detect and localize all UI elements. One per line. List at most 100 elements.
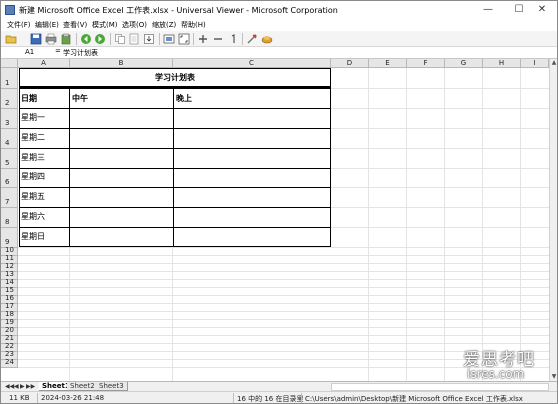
day-cell[interactable]: 星期四 [21, 173, 45, 181]
prev-sheet-icon[interactable]: ◀ [14, 383, 19, 390]
table-line [19, 168, 331, 169]
menu-edit[interactable]: 编辑(E) [35, 20, 59, 30]
status-separator [301, 393, 302, 403]
menu-bar: 文件(F) 编辑(E) 查看(V) 模式(M) 选项(O) 缩放(Z) 帮助(H… [1, 19, 557, 31]
gridline [331, 148, 549, 149]
day-cell[interactable]: 星期三 [21, 154, 45, 162]
menu-file[interactable]: 文件(F) [7, 20, 31, 30]
header-evening[interactable]: 晚上 [176, 95, 192, 103]
export-icon[interactable] [143, 33, 155, 45]
zoom-out-icon[interactable] [212, 33, 224, 45]
row-header[interactable]: 7 [1, 188, 18, 208]
fit-icon[interactable] [163, 33, 175, 45]
status-position: 16 中的 16 在目录里 [237, 395, 304, 403]
menu-help[interactable]: 帮助(H) [181, 20, 206, 30]
column-header-e[interactable]: E [369, 59, 407, 68]
menu-mode[interactable]: 模式(M) [92, 20, 118, 30]
zoom-in-icon[interactable] [197, 33, 209, 45]
gridline [172, 247, 173, 381]
gridline [18, 287, 549, 288]
formula-equals: = [55, 47, 61, 55]
toolbar-separator [242, 33, 243, 45]
row-header[interactable]: 2 [1, 89, 18, 109]
column-header-i[interactable]: I [521, 59, 549, 68]
toolbar-separator [110, 33, 111, 45]
first-sheet-icon[interactable]: ◀◀ [5, 383, 14, 390]
last-sheet-icon[interactable]: ▶▶ [26, 383, 35, 390]
column-header-d[interactable]: D [331, 59, 369, 68]
gridline [18, 263, 549, 264]
status-file-size: 11 KB [9, 394, 30, 402]
watermark-subtitle: isres.com [467, 367, 525, 381]
status-bar: 11 KB 2024-03-26 21:48 16 中的 16 在目录里 C:\… [1, 391, 557, 403]
fullscreen-icon[interactable] [178, 33, 190, 45]
recent-icon[interactable] [60, 33, 72, 45]
zoom-reset-icon[interactable] [227, 33, 239, 45]
tab-sheet2[interactable]: Sheet2 [67, 382, 99, 391]
table-line [19, 128, 331, 129]
column-header-a[interactable]: A [18, 59, 70, 68]
column-header-g[interactable]: G [445, 59, 483, 68]
tab-sheet3[interactable]: Sheet3 [96, 382, 128, 391]
status-separator [37, 393, 38, 403]
window-title: 新建 Microsoft Office Excel 工作表.xlsx - Uni… [19, 6, 338, 15]
day-cell[interactable]: 星期一 [21, 114, 45, 122]
gridline [482, 68, 483, 381]
gridline [18, 335, 549, 336]
day-cell[interactable]: 星期二 [21, 134, 45, 142]
row-header[interactable]: 5 [1, 149, 18, 169]
header-date[interactable]: 日期 [21, 95, 37, 103]
cell-reference: A1 [25, 48, 35, 56]
close-button[interactable]: ✕ [527, 1, 557, 19]
scroll-up-icon[interactable]: ▲ [550, 59, 558, 67]
spreadsheet-grid[interactable]: A B C D E F G H I 1 2 3 4 5 6 7 8 9 10 1… [1, 59, 549, 381]
column-header-b[interactable]: B [70, 59, 173, 68]
header-noon[interactable]: 中午 [72, 95, 88, 103]
menu-options[interactable]: 选项(O) [122, 20, 147, 30]
status-datetime: 2024-03-26 21:48 [41, 394, 105, 402]
gridline [331, 187, 549, 188]
column-header-f[interactable]: F [407, 59, 445, 68]
row-header[interactable]: 9 [1, 228, 18, 248]
sheet-title-cell[interactable]: 学习计划表 [19, 68, 331, 88]
row-header[interactable]: 3 [1, 109, 18, 129]
table-line [19, 108, 331, 109]
gridline [18, 255, 549, 256]
gridline [18, 295, 549, 296]
row-header[interactable]: 1 [1, 68, 18, 89]
gridline [331, 207, 549, 208]
vertical-scrollbar[interactable]: ▲ ▼ [549, 59, 557, 381]
day-cell[interactable]: 星期五 [21, 193, 45, 201]
row-header[interactable]: 4 [1, 129, 18, 149]
minimize-button[interactable]: — [473, 1, 503, 19]
formula-value: 学习计划表 [63, 49, 98, 57]
open-icon[interactable] [5, 33, 17, 45]
back-icon[interactable] [80, 33, 92, 45]
forward-icon[interactable] [94, 33, 106, 45]
row-header[interactable]: 8 [1, 208, 18, 228]
copy-page-icon[interactable] [128, 33, 140, 45]
toolbar-separator [159, 33, 160, 45]
toolbar [1, 31, 557, 47]
row-header[interactable]: 6 [1, 169, 18, 188]
menu-view[interactable]: 查看(V) [63, 20, 87, 30]
gridline [18, 343, 549, 344]
plugins-icon[interactable] [261, 33, 273, 45]
print-icon[interactable] [45, 33, 57, 45]
day-cell[interactable]: 星期日 [21, 233, 45, 241]
gridline [18, 319, 549, 320]
next-sheet-icon[interactable]: ▶ [20, 383, 25, 390]
copy-icon[interactable] [114, 33, 126, 45]
save-icon[interactable] [30, 33, 42, 45]
gridline [444, 68, 445, 381]
column-header-h[interactable]: H [483, 59, 521, 68]
gridline [368, 68, 369, 381]
select-all-corner[interactable] [1, 59, 18, 68]
tools-icon[interactable] [246, 33, 258, 45]
menu-zoom[interactable]: 缩放(Z) [152, 20, 176, 30]
day-cell[interactable]: 星期六 [21, 213, 45, 221]
gridline [18, 311, 549, 312]
column-header-c[interactable]: C [173, 59, 331, 68]
scroll-down-icon[interactable]: ▼ [550, 373, 558, 381]
row-header[interactable]: 24 [1, 358, 18, 368]
